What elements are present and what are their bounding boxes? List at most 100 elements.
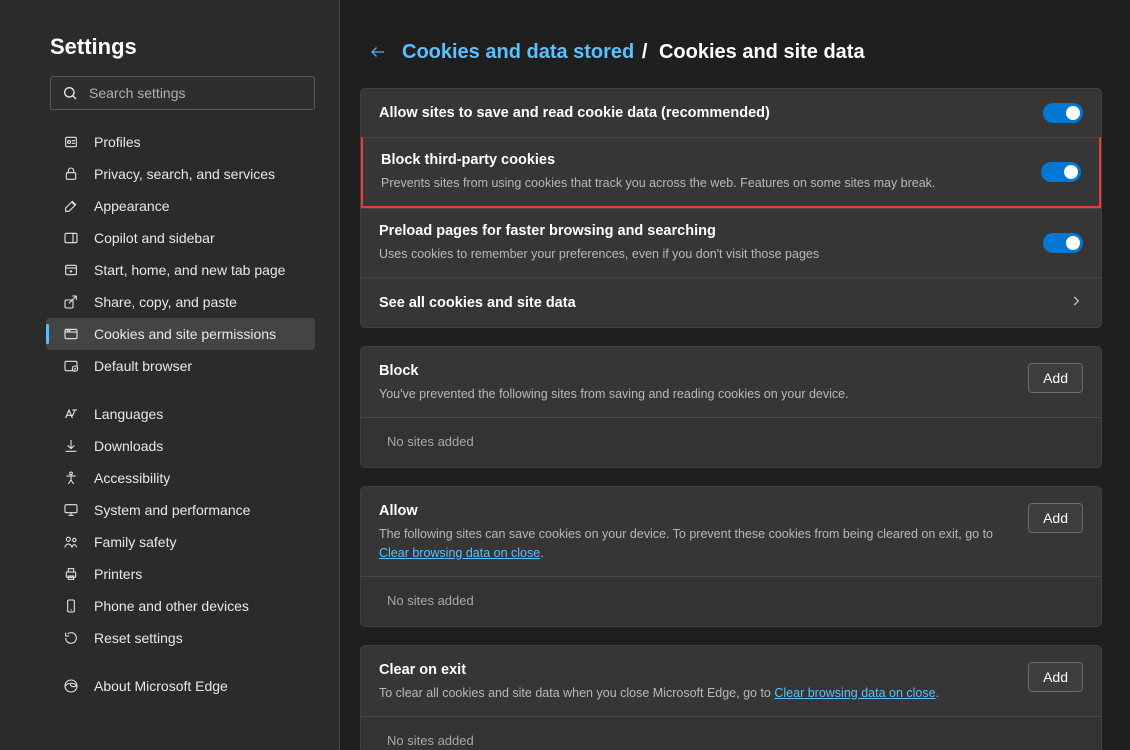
settings-sidebar: Settings Profiles Privacy, search, and s… bbox=[0, 0, 340, 750]
see-all-cookies-link[interactable]: See all cookies and site data bbox=[361, 277, 1101, 327]
block-desc: You've prevented the following sites fro… bbox=[379, 385, 1012, 403]
nav-system[interactable]: System and performance bbox=[46, 494, 315, 526]
allow-empty: No sites added bbox=[361, 576, 1101, 626]
share-icon bbox=[62, 293, 80, 311]
nav-copilot[interactable]: Copilot and sidebar bbox=[46, 222, 315, 254]
nav-phone[interactable]: Phone and other devices bbox=[46, 590, 315, 622]
clear-desc-pre: To clear all cookies and site data when … bbox=[379, 686, 774, 700]
settings-main: Cookies and data stored / Cookies and si… bbox=[340, 0, 1130, 750]
clear-desc: To clear all cookies and site data when … bbox=[379, 684, 1012, 702]
block-add-button[interactable]: Add bbox=[1028, 363, 1083, 393]
languages-icon bbox=[62, 405, 80, 423]
allow-desc: The following sites can save cookies on … bbox=[379, 525, 1012, 561]
edge-icon bbox=[62, 677, 80, 695]
printer-icon bbox=[62, 565, 80, 583]
block-section: Block You've prevented the following sit… bbox=[360, 346, 1102, 468]
chevron-right-icon bbox=[1069, 294, 1083, 311]
back-button[interactable] bbox=[364, 38, 392, 66]
allow-cookies-row: Allow sites to save and read cookie data… bbox=[361, 89, 1101, 137]
nav-label: Downloads bbox=[94, 438, 163, 454]
cookies-icon bbox=[62, 325, 80, 343]
nav-appearance[interactable]: Appearance bbox=[46, 190, 315, 222]
nav-reset[interactable]: Reset settings bbox=[46, 622, 315, 654]
default-browser-icon bbox=[62, 357, 80, 375]
sidebar-nav: Profiles Privacy, search, and services A… bbox=[46, 126, 315, 702]
newtab-icon bbox=[62, 261, 80, 279]
clear-on-exit-section: Clear on exit To clear all cookies and s… bbox=[360, 645, 1102, 750]
block-third-party-title: Block third-party cookies bbox=[381, 152, 1041, 168]
nav-privacy[interactable]: Privacy, search, and services bbox=[46, 158, 315, 190]
lock-icon bbox=[62, 165, 80, 183]
search-input[interactable] bbox=[89, 85, 304, 101]
reset-icon bbox=[62, 629, 80, 647]
nav-accessibility[interactable]: Accessibility bbox=[46, 462, 315, 494]
breadcrumb-row: Cookies and data stored / Cookies and si… bbox=[360, 38, 1102, 66]
allow-desc-link[interactable]: Clear browsing data on close bbox=[379, 546, 540, 560]
nav-label: Appearance bbox=[94, 198, 170, 214]
family-icon bbox=[62, 533, 80, 551]
accessibility-icon bbox=[62, 469, 80, 487]
breadcrumb-separator: / bbox=[642, 41, 648, 63]
nav-label: Languages bbox=[94, 406, 163, 422]
clear-desc-link[interactable]: Clear browsing data on close bbox=[774, 686, 935, 700]
download-icon bbox=[62, 437, 80, 455]
sidebar-panel-icon bbox=[62, 229, 80, 247]
nav-share[interactable]: Share, copy, and paste bbox=[46, 286, 315, 318]
nav-label: Profiles bbox=[94, 134, 141, 150]
clear-add-button[interactable]: Add bbox=[1028, 662, 1083, 692]
nav-default-browser[interactable]: Default browser bbox=[46, 350, 315, 382]
nav-languages[interactable]: Languages bbox=[46, 398, 315, 430]
nav-label: Start, home, and new tab page bbox=[94, 262, 285, 278]
nav-family[interactable]: Family safety bbox=[46, 526, 315, 558]
allow-add-button[interactable]: Add bbox=[1028, 503, 1083, 533]
allow-desc-pre: The following sites can save cookies on … bbox=[379, 527, 993, 541]
clear-title: Clear on exit bbox=[379, 662, 1012, 678]
nav-downloads[interactable]: Downloads bbox=[46, 430, 315, 462]
nav-label: Copilot and sidebar bbox=[94, 230, 215, 246]
allow-cookies-title: Allow sites to save and read cookie data… bbox=[379, 105, 1043, 121]
nav-label: Printers bbox=[94, 566, 142, 582]
block-title: Block bbox=[379, 363, 1012, 379]
clear-header: Clear on exit To clear all cookies and s… bbox=[361, 646, 1101, 716]
block-empty: No sites added bbox=[361, 417, 1101, 467]
nav-label: Phone and other devices bbox=[94, 598, 249, 614]
see-all-cookies-title: See all cookies and site data bbox=[379, 295, 576, 311]
clear-desc-post: . bbox=[936, 686, 939, 700]
nav-label: Cookies and site permissions bbox=[94, 326, 276, 342]
nav-label: About Microsoft Edge bbox=[94, 678, 228, 694]
breadcrumb-parent[interactable]: Cookies and data stored bbox=[402, 41, 634, 63]
nav-about[interactable]: About Microsoft Edge bbox=[46, 670, 315, 702]
settings-title: Settings bbox=[50, 34, 315, 60]
phone-icon bbox=[62, 597, 80, 615]
preload-toggle[interactable] bbox=[1043, 233, 1083, 253]
preload-title: Preload pages for faster browsing and se… bbox=[379, 223, 1043, 239]
nav-divider bbox=[46, 382, 315, 398]
nav-label: System and performance bbox=[94, 502, 250, 518]
block-header: Block You've prevented the following sit… bbox=[361, 347, 1101, 417]
nav-cookies[interactable]: Cookies and site permissions bbox=[46, 318, 315, 350]
allow-cookies-toggle[interactable] bbox=[1043, 103, 1083, 123]
nav-label: Reset settings bbox=[94, 630, 183, 646]
block-third-party-toggle[interactable] bbox=[1041, 162, 1081, 182]
breadcrumb-current: Cookies and site data bbox=[659, 41, 865, 63]
nav-profiles[interactable]: Profiles bbox=[46, 126, 315, 158]
nav-start[interactable]: Start, home, and new tab page bbox=[46, 254, 315, 286]
search-box[interactable] bbox=[50, 76, 315, 110]
allow-section: Allow The following sites can save cooki… bbox=[360, 486, 1102, 626]
nav-divider bbox=[46, 654, 315, 670]
allow-desc-post: . bbox=[540, 546, 543, 560]
nav-label: Family safety bbox=[94, 534, 176, 550]
nav-label: Default browser bbox=[94, 358, 192, 374]
nav-label: Share, copy, and paste bbox=[94, 294, 237, 310]
nav-printers[interactable]: Printers bbox=[46, 558, 315, 590]
system-icon bbox=[62, 501, 80, 519]
nav-label: Privacy, search, and services bbox=[94, 166, 275, 182]
preload-desc: Uses cookies to remember your preference… bbox=[379, 245, 1043, 263]
block-third-party-row: Block third-party cookies Prevents sites… bbox=[361, 137, 1101, 208]
search-icon bbox=[61, 84, 79, 102]
breadcrumb: Cookies and data stored / Cookies and si… bbox=[402, 41, 865, 64]
paint-icon bbox=[62, 197, 80, 215]
allow-title: Allow bbox=[379, 503, 1012, 519]
block-third-party-desc: Prevents sites from using cookies that t… bbox=[381, 174, 1041, 192]
preload-row: Preload pages for faster browsing and se… bbox=[361, 208, 1101, 277]
